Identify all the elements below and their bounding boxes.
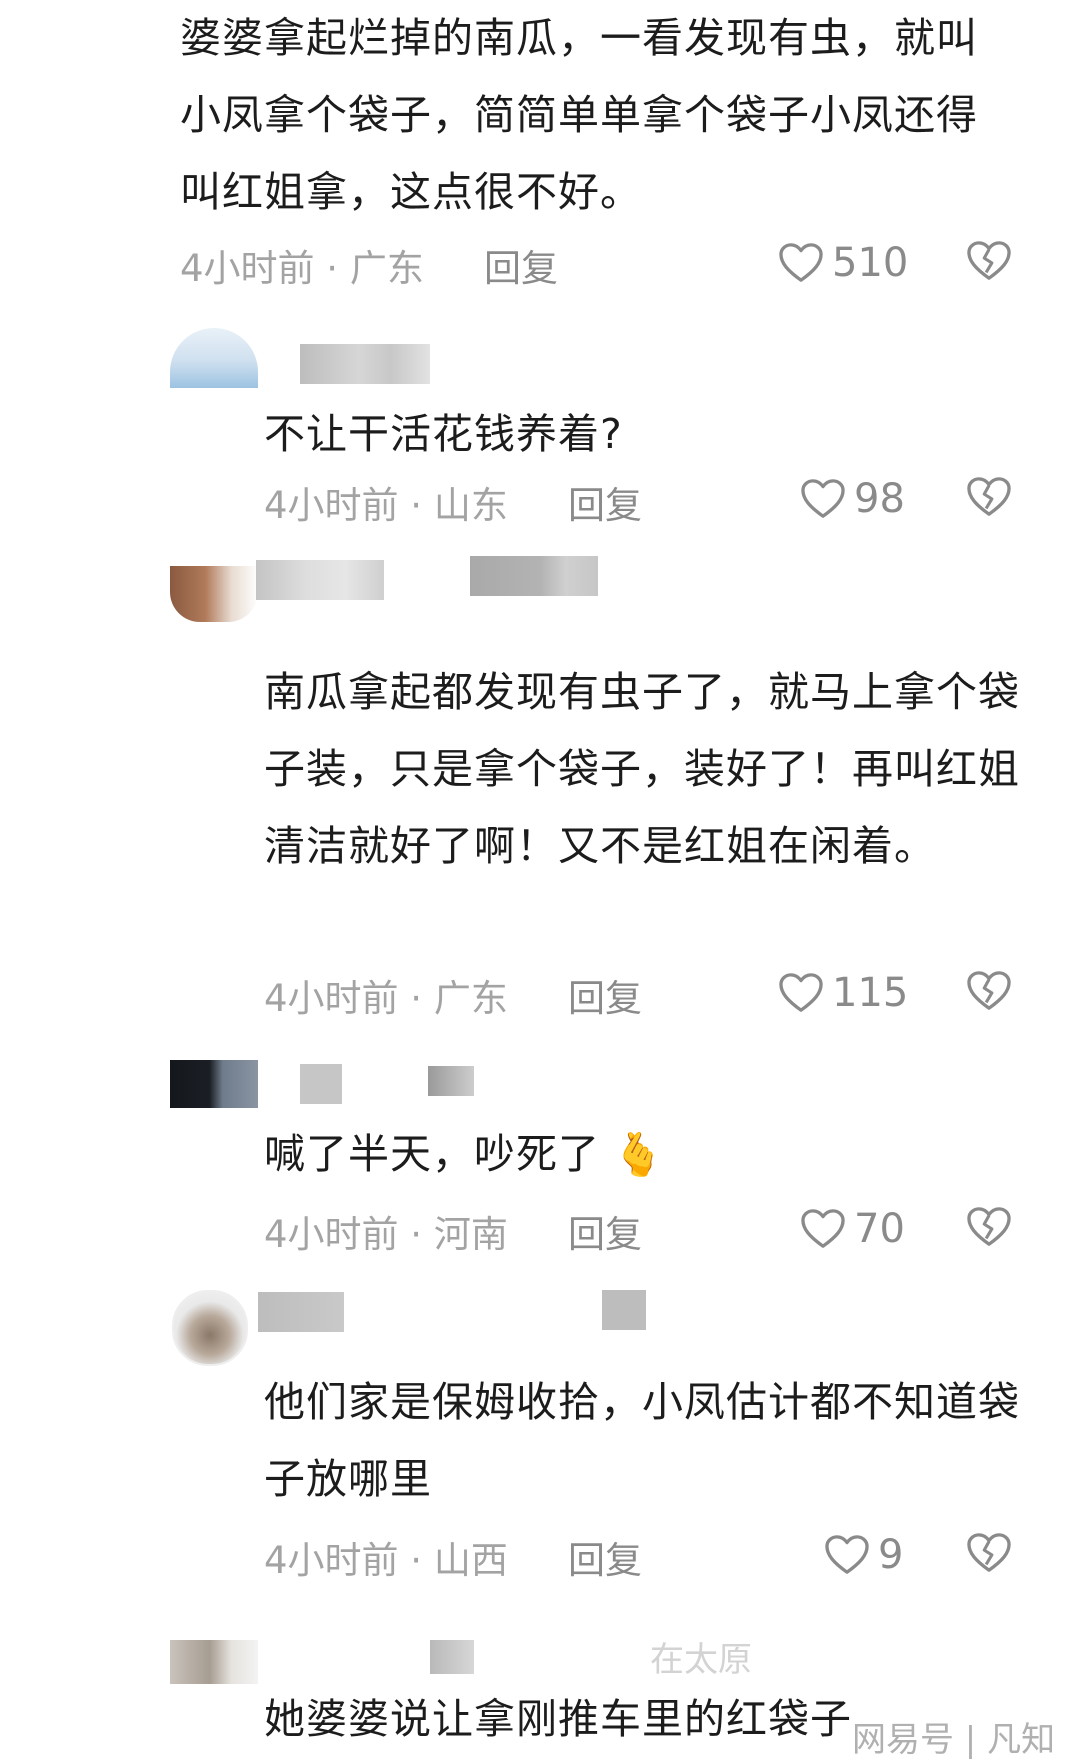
reply-button[interactable]: 回复 xyxy=(484,238,558,292)
avatar[interactable] xyxy=(170,566,258,622)
like-count: 9 xyxy=(878,1532,904,1578)
heart-outline-icon xyxy=(801,1209,845,1248)
like-button[interactable]: 98 xyxy=(800,476,905,522)
broken-heart-icon xyxy=(967,241,1011,280)
dislike-button[interactable] xyxy=(966,970,1012,1012)
like-button[interactable]: 70 xyxy=(800,1206,905,1252)
username-redacted[interactable] xyxy=(602,1290,646,1330)
reply-button[interactable]: 回复 xyxy=(568,475,642,529)
username-redacted[interactable] xyxy=(300,344,430,384)
broken-heart-icon xyxy=(967,1533,1011,1572)
reply-button[interactable]: 回复 xyxy=(568,1204,642,1258)
comment-meta: 4小时前 · 广东 xyxy=(264,977,508,1020)
username-redacted[interactable] xyxy=(428,1066,474,1096)
heart-outline-icon xyxy=(801,479,845,518)
avatar[interactable] xyxy=(172,1290,248,1366)
heart-outline-icon xyxy=(825,1535,869,1574)
like-count: 115 xyxy=(832,970,909,1016)
like-count: 70 xyxy=(854,1206,905,1252)
username-redacted[interactable] xyxy=(430,1640,474,1674)
comment-meta: 4小时前 · 广东 xyxy=(180,247,424,290)
broken-heart-icon xyxy=(967,971,1011,1010)
dislike-button[interactable] xyxy=(966,1532,1012,1574)
comment-text: 不让干活花钱养着? xyxy=(264,410,623,458)
username-redacted[interactable] xyxy=(470,556,598,596)
broken-heart-icon xyxy=(967,477,1011,516)
comment-text-row: 喊了半天，吵死了 🫰 xyxy=(264,1116,1024,1193)
finger-heart-emoji: 🫰 xyxy=(612,1130,666,1179)
avatar[interactable] xyxy=(170,1640,258,1684)
comment-text: 婆婆拿起烂掉的南瓜，一看发现有虫，就叫小凤拿个袋子，简简单单拿个袋子小凤还得叫红… xyxy=(180,14,978,216)
comment-meta: 4小时前 · 河南 xyxy=(264,1213,508,1256)
username-redacted[interactable] xyxy=(300,1064,342,1104)
comment-text: 喊了半天，吵死了 xyxy=(264,1130,600,1178)
comment-meta: 4小时前 · 山东 xyxy=(264,484,508,527)
dislike-button[interactable] xyxy=(966,240,1012,282)
username-redacted[interactable] xyxy=(256,560,384,600)
comment-text: 他们家是保姆收拾，小凤估计都不知道袋子放哪里 xyxy=(264,1378,1020,1503)
broken-heart-icon xyxy=(967,1207,1011,1246)
watermark: 网易号 | 凡知 xyxy=(852,1720,1056,1760)
like-count: 98 xyxy=(854,476,905,522)
comment-meta: 4小时前 · 山西 xyxy=(264,1539,508,1582)
avatar[interactable] xyxy=(170,1060,258,1108)
dislike-button[interactable] xyxy=(966,476,1012,518)
dislike-button[interactable] xyxy=(966,1206,1012,1248)
heart-outline-icon xyxy=(779,243,823,282)
heart-outline-icon xyxy=(779,973,823,1012)
avatar[interactable] xyxy=(170,328,258,388)
username-partial[interactable]: 在太原 xyxy=(650,1632,752,1681)
username-redacted[interactable] xyxy=(258,1292,344,1332)
like-button[interactable]: 510 xyxy=(778,240,908,286)
reply-button[interactable]: 回复 xyxy=(568,968,642,1022)
like-button[interactable]: 9 xyxy=(824,1532,903,1578)
reply-button[interactable]: 回复 xyxy=(568,1530,642,1584)
like-count: 510 xyxy=(832,240,909,286)
comment-text: 南瓜拿起都发现有虫子了，就马上拿个袋子装，只是拿个袋子，装好了！再叫红姐清洁就好… xyxy=(264,668,1020,870)
like-button[interactable]: 115 xyxy=(778,970,908,1016)
